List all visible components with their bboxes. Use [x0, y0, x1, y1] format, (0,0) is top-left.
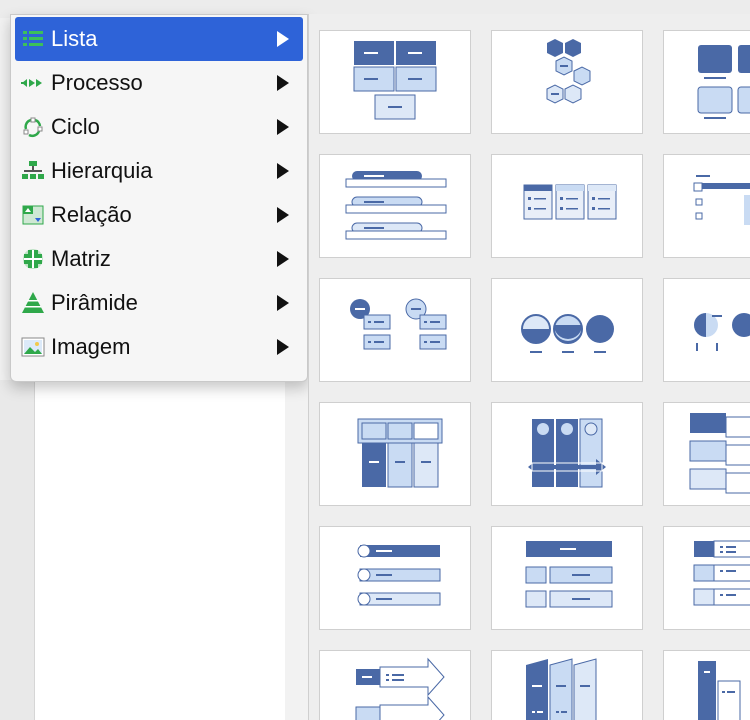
submenu-arrow-icon: [277, 207, 289, 223]
menu-item-label: Matriz: [51, 246, 111, 271]
menu-item-processo[interactable]: Processo: [15, 61, 303, 105]
process-icon: [21, 79, 42, 87]
smartart-layout-5[interactable]: [491, 154, 643, 258]
menu-item-relacao[interactable]: Relação: [15, 193, 303, 237]
menu-item-label: Lista: [51, 26, 98, 51]
picture-icon: [21, 337, 45, 357]
menu-item-label: Imagem: [51, 334, 131, 359]
smartart-layout-1[interactable]: [319, 30, 471, 134]
document-margin: [0, 380, 34, 720]
menu-item-label: Hierarquia: [51, 158, 153, 183]
layout-thumbnail: [526, 658, 597, 720]
submenu-arrow-icon: [277, 75, 289, 91]
pyramid-icon: [22, 292, 44, 313]
hierarchy-icon: [22, 161, 44, 179]
layout-thumbnail: [525, 541, 613, 608]
submenu-arrow-icon: [277, 295, 289, 311]
submenu-arrow-icon: [277, 251, 289, 267]
smartart-layout-11[interactable]: [491, 402, 643, 506]
layout-thumbnail: [350, 298, 447, 350]
smartart-layout-15[interactable]: [663, 526, 750, 630]
smartart-layout-8[interactable]: [491, 278, 643, 382]
menu-item-hierarquia[interactable]: Hierarquia: [15, 149, 303, 193]
submenu-arrow-icon: [277, 163, 289, 179]
smartart-category-menu: Lista Processo Ciclo Hierarquia Relação …: [10, 14, 308, 382]
relationship-icon: [22, 205, 44, 225]
menu-item-label: Relação: [51, 202, 132, 227]
menu-item-piramide[interactable]: Pirâmide: [15, 281, 303, 325]
smartart-layout-9[interactable]: [663, 278, 750, 382]
layout-thumbnail: [357, 418, 443, 488]
menu-item-lista[interactable]: Lista: [15, 17, 303, 61]
layout-thumbnail: [355, 657, 445, 720]
smartart-layout-12[interactable]: [663, 402, 750, 506]
menu-item-matriz[interactable]: Matriz: [15, 237, 303, 281]
smartart-layout-17[interactable]: [491, 650, 643, 720]
submenu-arrow-icon: [277, 339, 289, 355]
layout-thumbnail: [693, 540, 750, 606]
document-page: [34, 380, 285, 720]
matrix-icon: [23, 249, 43, 269]
smartart-layout-2[interactable]: [491, 30, 643, 134]
layout-thumbnail: [523, 184, 617, 220]
smartart-layout-6[interactable]: [663, 154, 750, 258]
layout-thumbnail: [694, 313, 750, 351]
layout-thumbnail: [697, 45, 750, 119]
smartart-layout-13[interactable]: [319, 526, 471, 630]
layout-thumbnail: [693, 175, 750, 225]
menu-item-imagem[interactable]: Imagem: [15, 325, 303, 369]
layout-thumbnail: [345, 171, 447, 240]
layout-thumbnail: [521, 314, 614, 353]
layout-thumbnail: [353, 41, 437, 120]
smartart-layout-gallery: [308, 14, 750, 720]
menu-item-label: Pirâmide: [51, 290, 138, 315]
submenu-arrow-icon: [277, 31, 289, 47]
smartart-layout-4[interactable]: [319, 154, 471, 258]
layout-thumbnail: [528, 418, 606, 488]
smartart-layout-3[interactable]: [663, 30, 750, 134]
smartart-layout-18[interactable]: [663, 650, 750, 720]
menu-item-label: Ciclo: [51, 114, 100, 139]
layout-thumbnail: [357, 544, 441, 606]
menu-item-ciclo[interactable]: Ciclo: [15, 105, 303, 149]
smartart-layout-7[interactable]: [319, 278, 471, 382]
layout-thumbnail: [689, 413, 750, 494]
layout-thumbnail: [546, 39, 591, 104]
submenu-arrow-icon: [277, 119, 289, 135]
menu-item-label: Processo: [51, 70, 143, 95]
cycle-icon: [23, 117, 43, 138]
list-icon: [23, 31, 43, 46]
smartart-layout-16[interactable]: [319, 650, 471, 720]
smartart-layout-14[interactable]: [491, 526, 643, 630]
layout-thumbnail: [698, 661, 741, 720]
smartart-layout-10[interactable]: [319, 402, 471, 506]
